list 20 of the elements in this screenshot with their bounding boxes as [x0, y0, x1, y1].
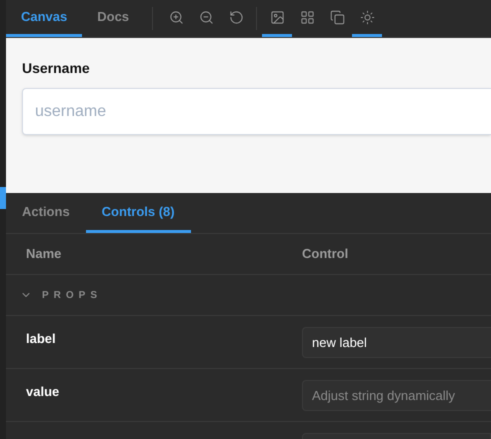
image-icon: [270, 10, 285, 24]
tab[interactable]: Actions: [6, 193, 86, 233]
zoom-out-icon: [198, 10, 214, 24]
section-toggle[interactable]: PROPS: [20, 288, 102, 302]
username-field[interactable]: username: [22, 88, 491, 135]
text-field[interactable]: Adjust string dynamically: [302, 380, 491, 411]
tab[interactable]: Docs: [82, 0, 144, 37]
tab[interactable]: Controls (8): [86, 193, 191, 233]
prop-name: label: [25, 330, 57, 348]
sun-icon: [360, 10, 375, 24]
field-label: Username: [22, 59, 91, 78]
reset-icon: [228, 10, 244, 24]
grid-icon: [300, 10, 315, 24]
column-header: Control: [302, 245, 348, 264]
zoom-in-icon: [168, 10, 184, 24]
prop-name: value: [25, 383, 60, 401]
text-field[interactable]: new label: [302, 327, 491, 358]
scroll-indicator: [0, 187, 6, 209]
frames-icon: [330, 10, 345, 24]
column-header: Name: [25, 245, 62, 264]
